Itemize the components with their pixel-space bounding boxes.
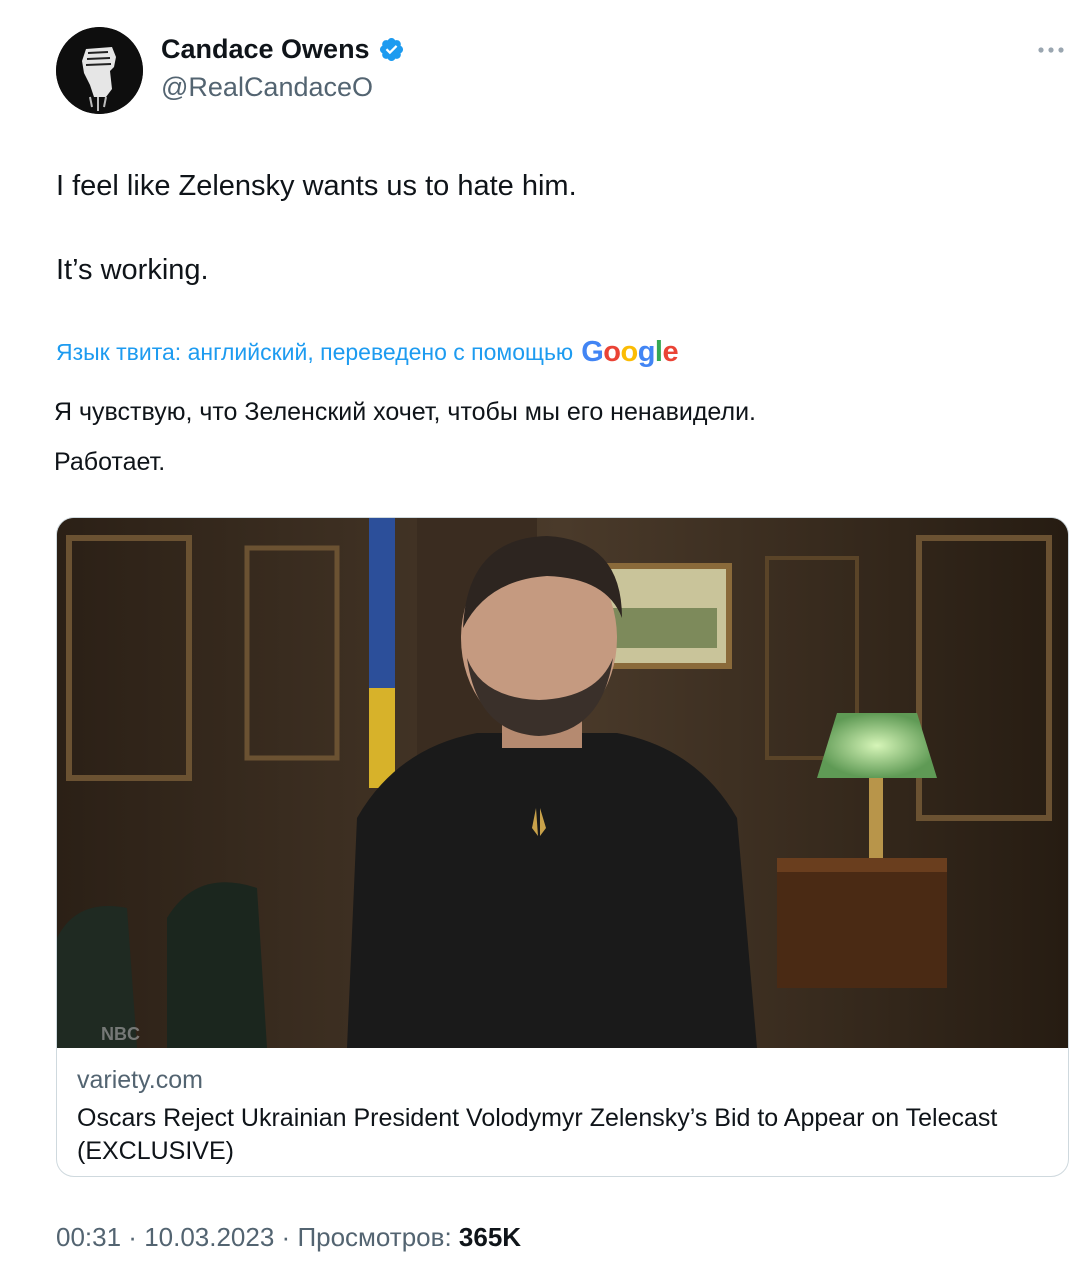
meta-separator: ·: [121, 1222, 145, 1252]
author-name-row: Candace Owens: [161, 34, 405, 65]
tweet-text-line: It’s working.: [56, 254, 209, 286]
translated-text-line: Работает.: [54, 448, 166, 476]
translated-text-line: Я чувствую, что Зеленский хочет, чтобы м…: [54, 398, 757, 426]
translation-notice-text: Язык твита: английский, переведено с пом…: [56, 339, 574, 365]
google-logo: Google: [581, 336, 679, 368]
raised-fist-icon: [56, 27, 143, 114]
views-count[interactable]: 365K: [459, 1222, 521, 1253]
card-headline[interactable]: Oscars Reject Ukrainian President Volody…: [77, 1102, 1048, 1168]
nbc-watermark: NBC: [101, 1024, 140, 1044]
views-label: Просмотров:: [297, 1222, 459, 1252]
card-image: NBC: [57, 518, 1068, 1048]
more-options-icon[interactable]: [1036, 38, 1066, 62]
tweet-meta: 00:31 · 10.03.2023 · Просмотров: 365K: [56, 1222, 521, 1253]
avatar[interactable]: [56, 27, 143, 114]
author-handle[interactable]: @RealCandaceO: [161, 72, 373, 103]
card-image-illustration: NBC: [57, 518, 1068, 1048]
card-text-block: variety.com Oscars Reject Ukrainian Pres…: [77, 1065, 1048, 1168]
translation-notice[interactable]: Язык твита: английский, переведено с пом…: [56, 336, 679, 369]
tweet-text-line: I feel like Zelensky wants us to hate hi…: [56, 170, 577, 202]
card-domain[interactable]: variety.com: [77, 1065, 1048, 1096]
author-name[interactable]: Candace Owens: [161, 34, 370, 65]
tweet-date[interactable]: 10.03.2023: [144, 1222, 274, 1253]
meta-separator: ·: [274, 1222, 298, 1252]
link-preview-card[interactable]: NBC variety.com Oscars Reject Ukrainian …: [56, 517, 1069, 1177]
verified-badge-icon: [379, 37, 403, 62]
tweet-time[interactable]: 00:31: [56, 1222, 121, 1253]
